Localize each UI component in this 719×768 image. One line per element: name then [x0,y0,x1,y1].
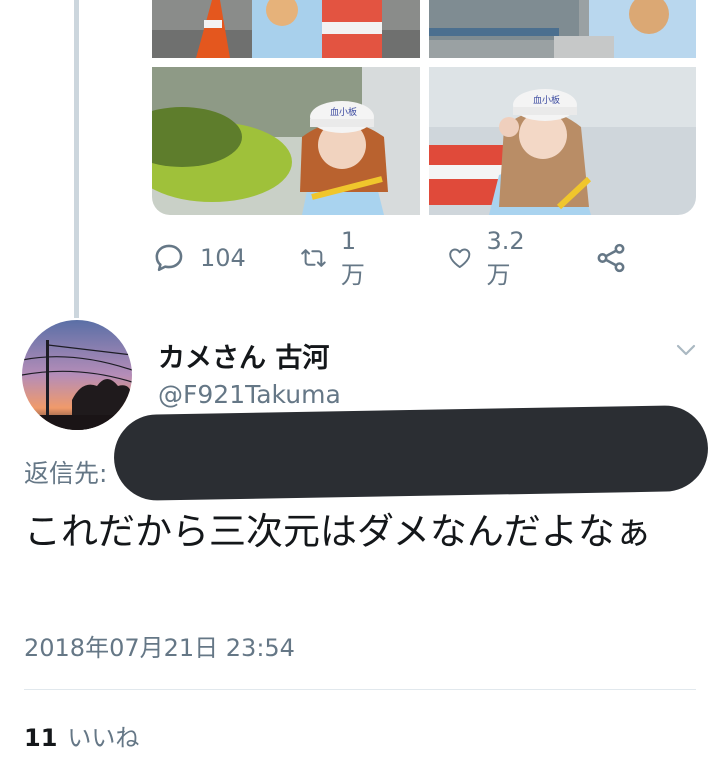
timestamp[interactable]: 2018年07月21日 23:54 [24,628,295,663]
retweet-button[interactable]: 1万 [300,227,372,289]
share-icon [597,243,625,273]
redaction-overlay [113,404,709,502]
display-name[interactable]: カメさん 古河 [158,336,329,375]
cap-text-2: 血小板 [533,94,560,106]
chevron-down-icon[interactable] [674,338,698,362]
avatar[interactable] [22,320,132,430]
reply-to-label: 返信先: [24,459,108,488]
share-button[interactable] [594,238,642,278]
likes-count: 11 [24,724,58,752]
reply-button[interactable]: 104 [152,238,246,278]
retweet-icon [301,249,326,267]
like-count: 3.2万 [486,226,525,289]
reply-count: 104 [200,244,246,272]
tweet-photo-1[interactable] [152,0,420,58]
likes-stat[interactable]: 11 いいね [24,718,139,753]
heart-icon [449,248,471,268]
retweet-count: 1万 [340,226,365,289]
tweet-photo-4[interactable]: 血小板 [429,67,696,215]
tweet-photo-3[interactable]: 血小板 [152,67,420,215]
tweet-text: これだから三次元はダメなんだよなぁ [24,510,652,553]
divider [24,689,696,690]
reply-icon [155,244,183,272]
cap-text: 血小板 [330,106,357,118]
like-button[interactable]: 3.2万 [447,227,533,289]
user-handle[interactable]: @F921Takuma [158,380,341,409]
likes-label: いいね [67,724,140,752]
thread-line [74,0,79,318]
tweet-photo-2[interactable] [429,0,696,58]
